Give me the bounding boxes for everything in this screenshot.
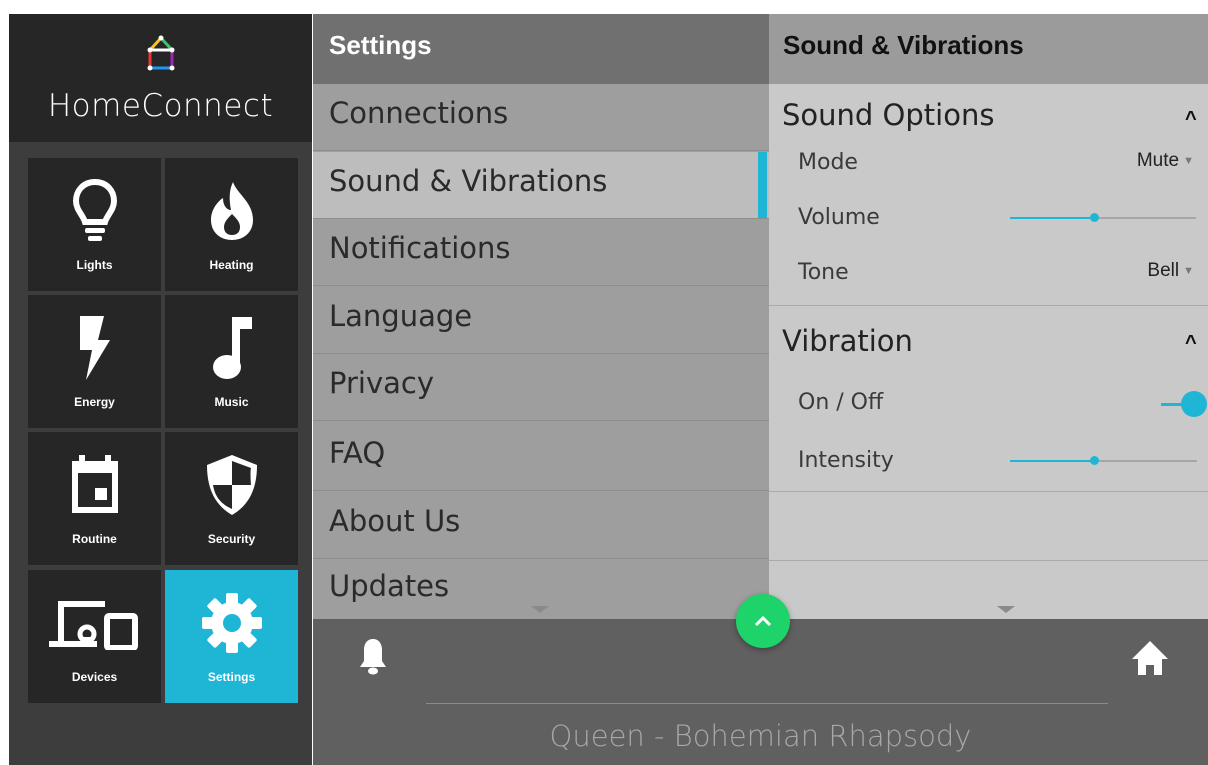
settings-panel: Settings Connections Sound & Vibrations … <box>313 14 769 619</box>
on-off-label: On / Off <box>798 390 884 415</box>
tile-energy[interactable]: Energy <box>28 295 161 428</box>
tone-value: Bell <box>1147 260 1180 281</box>
chevron-up-icon <box>754 615 772 627</box>
lightning-bolt-icon <box>79 316 110 380</box>
scroll-down-icon[interactable] <box>997 606 1015 613</box>
settings-header: Settings <box>313 14 769 84</box>
tile-label: Devices <box>71 670 118 684</box>
music-note-icon <box>212 317 252 379</box>
scroll-down-icon[interactable] <box>531 606 549 613</box>
tile-devices[interactable]: Devices <box>28 570 161 703</box>
intensity-slider-thumb[interactable] <box>1090 456 1099 465</box>
intensity-label: Intensity <box>798 448 894 473</box>
tile-label: Music <box>214 395 249 409</box>
detail-panel: Sound & Vibrations Sound Options ^ Mode … <box>769 14 1208 619</box>
volume-label: Volume <box>798 205 880 230</box>
menu-item-language[interactable]: Language <box>313 287 769 354</box>
volume-slider-thumb[interactable] <box>1090 213 1099 222</box>
divider <box>769 491 1208 492</box>
divider <box>769 560 1208 561</box>
section-title-sound-options[interactable]: Sound Options <box>782 98 994 132</box>
menu-item-updates[interactable]: Updates <box>313 560 769 627</box>
collapse-sound-icon[interactable]: ^ <box>1185 108 1197 131</box>
app-title: HomeConnect <box>47 88 274 124</box>
collapse-vibration-icon[interactable]: ^ <box>1185 332 1197 355</box>
tile-label: Lights <box>76 258 113 272</box>
menu-item-privacy[interactable]: Privacy <box>313 354 769 421</box>
lightbulb-icon <box>72 178 117 241</box>
gear-icon <box>201 593 262 653</box>
tile-label: Routine <box>72 532 117 546</box>
menu-item-faq[interactable]: FAQ <box>313 424 769 491</box>
brand-header: HomeConnect <box>9 14 312 142</box>
tile-music[interactable]: Music <box>165 295 298 428</box>
mode-dropdown[interactable]: Mute ▼ <box>1137 150 1194 172</box>
flame-icon <box>210 182 253 240</box>
shield-icon <box>206 455 257 515</box>
app-window: HomeConnect Lights Heating Energy Music … <box>9 14 1208 765</box>
tile-routine[interactable]: Routine <box>28 432 161 565</box>
tile-label: Heating <box>209 258 254 272</box>
home-logo-icon <box>147 35 175 71</box>
mode-value: Mute <box>1136 150 1180 171</box>
divider <box>769 305 1208 306</box>
chevron-down-icon: ▼ <box>1183 154 1194 167</box>
vibration-toggle[interactable] <box>1161 391 1208 417</box>
selected-indicator <box>758 152 767 218</box>
menu-item-sound-vibrations[interactable]: Sound & Vibrations <box>313 152 769 219</box>
detail-title: Sound & Vibrations <box>783 30 1024 60</box>
home-icon[interactable] <box>1130 637 1170 677</box>
tile-lights[interactable]: Lights <box>28 158 161 291</box>
tile-label: Energy <box>74 395 115 409</box>
intensity-slider-fill <box>1010 460 1094 462</box>
menu-item-notifications[interactable]: Notifications <box>313 219 769 286</box>
bell-icon[interactable] <box>359 637 387 675</box>
tile-heating[interactable]: Heating <box>165 158 298 291</box>
menu-item-about-us[interactable]: About Us <box>313 492 769 559</box>
now-playing-text[interactable]: Queen - Bohemian Rhapsody <box>313 719 1208 753</box>
volume-slider[interactable] <box>1010 213 1196 222</box>
calendar-icon <box>71 455 118 513</box>
section-title-vibration[interactable]: Vibration <box>782 324 913 358</box>
tile-settings[interactable]: Settings <box>165 570 298 703</box>
intensity-slider[interactable] <box>1010 456 1197 465</box>
tile-label: Security <box>207 532 256 546</box>
settings-title: Settings <box>329 30 432 60</box>
chevron-down-icon: ▼ <box>1183 264 1194 277</box>
detail-header: Sound & Vibrations <box>769 14 1208 84</box>
menu-item-connections[interactable]: Connections <box>313 84 769 151</box>
mode-label: Mode <box>798 150 858 175</box>
devices-icon <box>48 601 138 650</box>
tone-label: Tone <box>798 260 849 285</box>
tile-security[interactable]: Security <box>165 432 298 565</box>
expand-up-button[interactable] <box>736 594 790 648</box>
tile-label: Settings <box>207 670 256 684</box>
tone-dropdown[interactable]: Bell ▼ <box>1147 260 1194 282</box>
now-playing-divider <box>426 703 1108 704</box>
toggle-thumb <box>1181 391 1207 417</box>
volume-slider-fill <box>1010 217 1094 219</box>
sidebar: HomeConnect Lights Heating Energy Music … <box>9 14 312 765</box>
